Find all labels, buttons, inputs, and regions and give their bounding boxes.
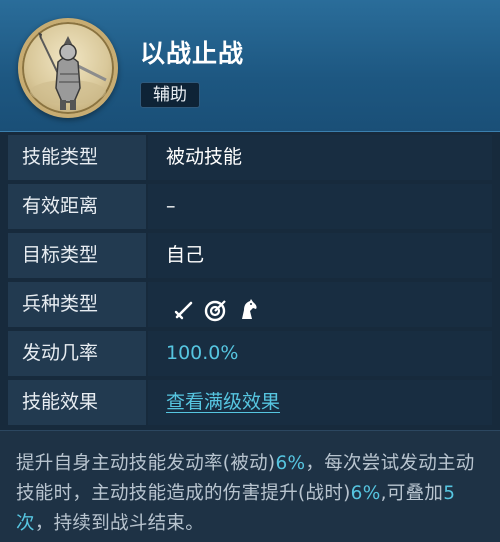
troop-type-icons	[172, 294, 260, 322]
row-skill-effect: 技能效果 查看满级效果	[0, 378, 500, 427]
sword-icon	[172, 294, 196, 320]
row-label: 目标类型	[8, 233, 146, 278]
skill-detail-card: 以战止战 辅助 技能类型 被动技能 有效距离 – 目标类型 自己 兵种类型 发动…	[0, 0, 500, 542]
row-label: 兵种类型	[8, 282, 146, 327]
row-label: 发动几率	[8, 331, 146, 376]
desc-text: ,可叠加	[380, 483, 444, 504]
row-value: 100.0%	[148, 331, 492, 376]
row-effective-range: 有效距离 –	[0, 182, 500, 231]
row-label: 有效距离	[8, 184, 146, 229]
row-label: 技能类型	[8, 135, 146, 180]
warrior-portrait-icon	[30, 32, 107, 110]
skill-category-tag: 辅助	[140, 82, 200, 108]
row-value: 自己	[148, 233, 492, 278]
desc-highlight: 6%	[350, 483, 381, 504]
row-value	[148, 282, 492, 327]
row-value: –	[148, 184, 492, 229]
bow-target-icon	[204, 294, 228, 322]
desc-text: ，持续到战斗结束。	[34, 513, 205, 534]
desc-highlight: 6%	[275, 453, 306, 474]
horse-icon	[236, 294, 260, 319]
row-troop-type: 兵种类型	[0, 280, 500, 329]
desc-text: 提升自身主动技能发动率(被动)	[16, 453, 276, 474]
row-trigger-chance: 发动几率 100.0%	[0, 329, 500, 378]
row-value: 被动技能	[148, 135, 492, 180]
view-max-level-effect-link[interactable]: 查看满级效果	[148, 380, 492, 425]
row-target-type: 目标类型 自己	[0, 231, 500, 280]
skill-name: 以战止战	[140, 39, 245, 68]
row-label: 技能效果	[8, 380, 146, 425]
skill-attributes: 技能类型 被动技能 有效距离 – 目标类型 自己 兵种类型 发动几率 100.0…	[0, 133, 500, 427]
skill-header: 以战止战 辅助	[0, 0, 500, 132]
skill-avatar	[18, 18, 118, 118]
skill-description: 提升自身主动技能发动率(被动)6%，每次尝试发动主动技能时，主动技能造成的伤害提…	[0, 430, 500, 542]
row-skill-type: 技能类型 被动技能	[0, 133, 500, 182]
